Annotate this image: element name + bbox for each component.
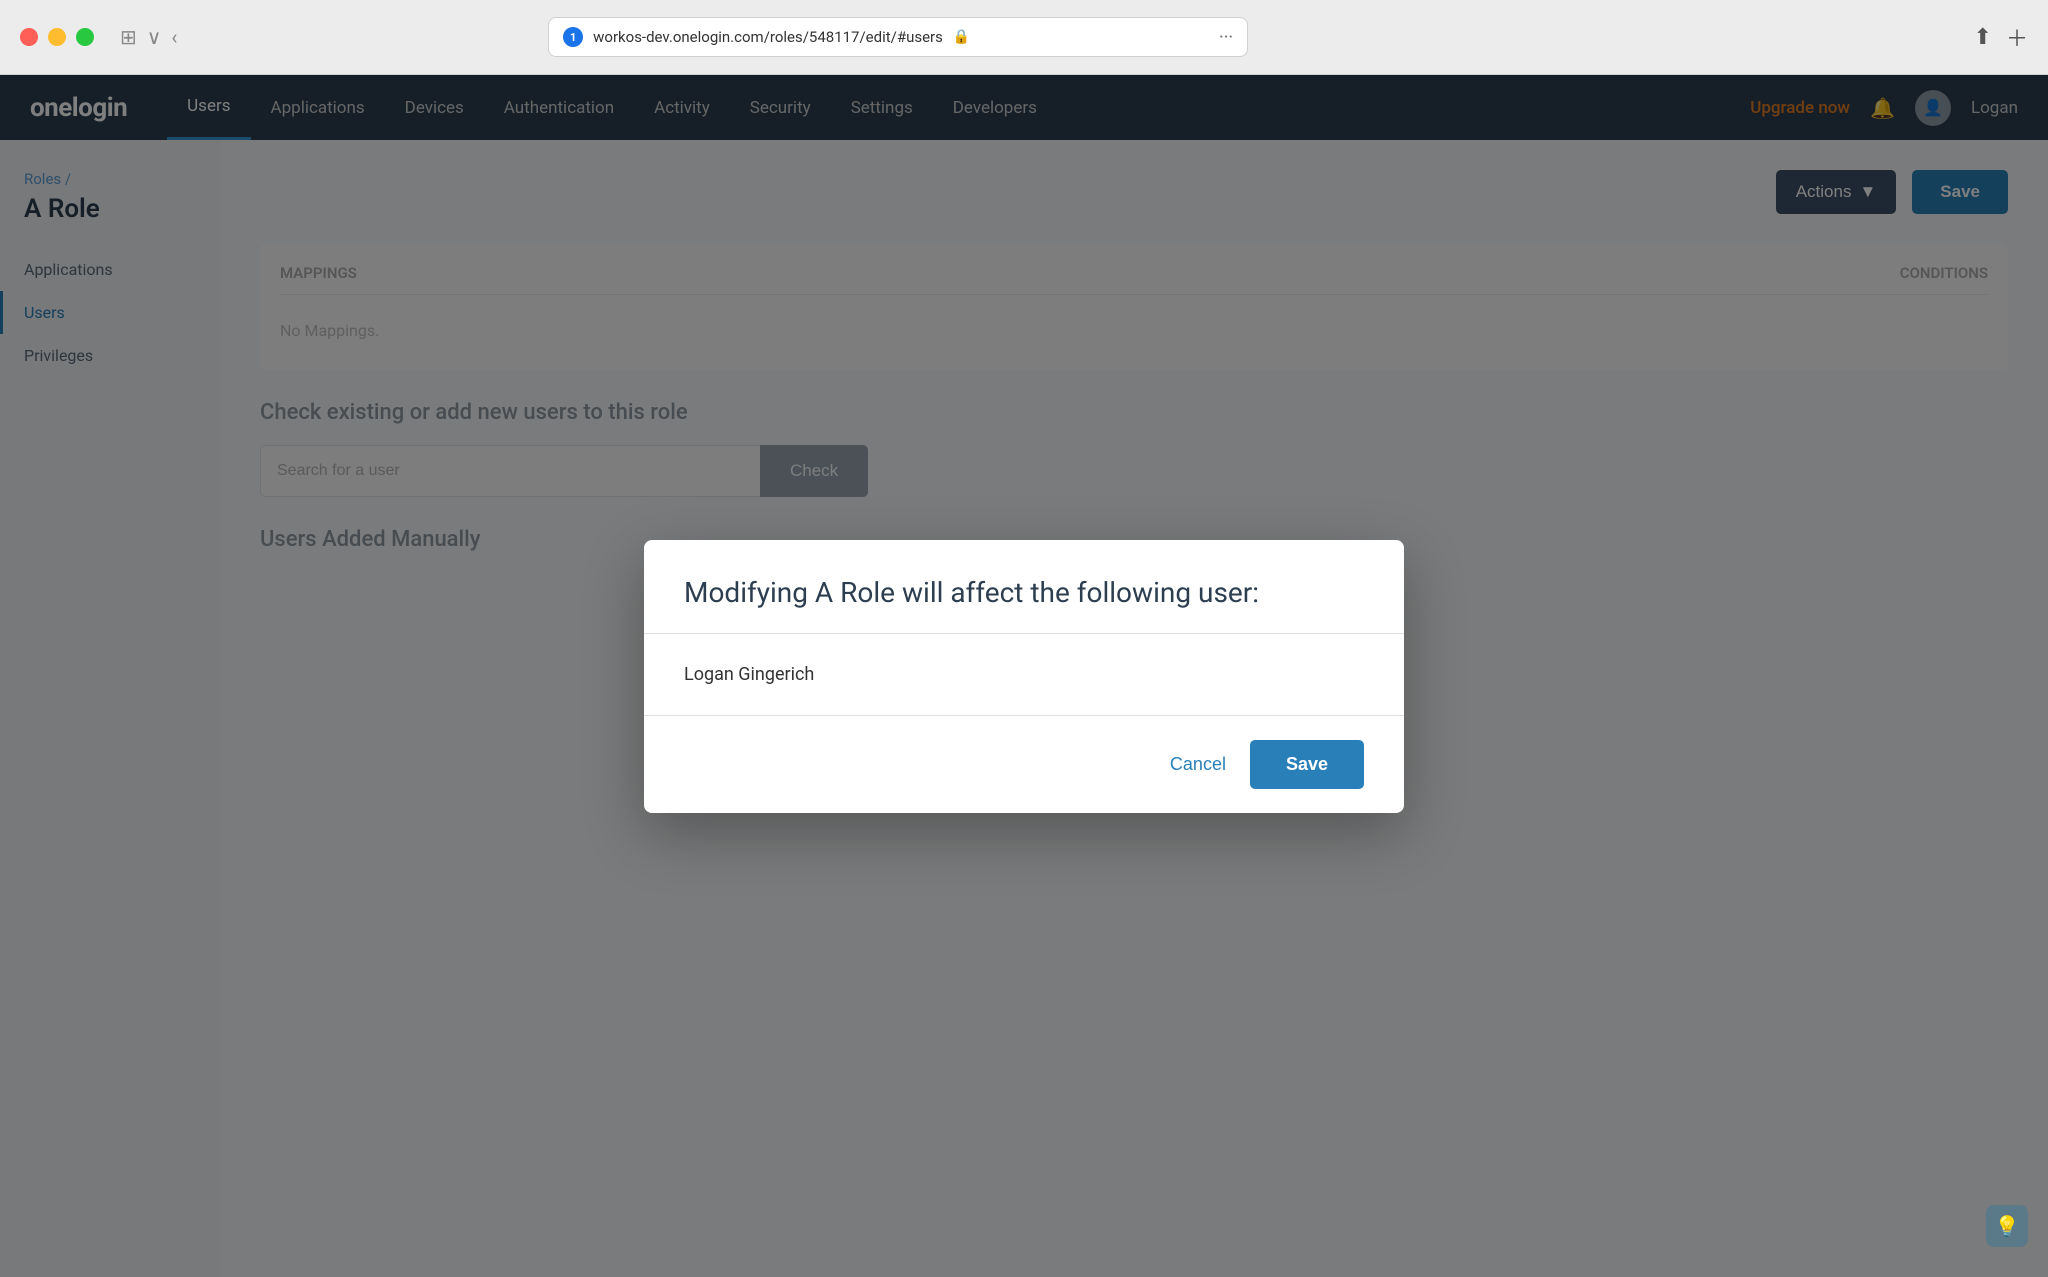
more-icon[interactable]: ···: [1219, 27, 1233, 48]
modal-title: Modifying A Role will affect the followi…: [684, 576, 1364, 609]
traffic-light-green[interactable]: [76, 28, 94, 46]
modal-save-button[interactable]: Save: [1250, 740, 1364, 789]
browser-chrome: ⊞ ∨ ‹ 1 workos-dev.onelogin.com/roles/54…: [0, 0, 2048, 75]
sidebar-toggle-icon[interactable]: ⊞: [120, 25, 137, 49]
modal-user-name: Logan Gingerich: [684, 664, 1364, 685]
modal: Modifying A Role will affect the followi…: [644, 540, 1404, 813]
lightbulb-icon: 💡: [1995, 1214, 2020, 1238]
address-bar[interactable]: 1 workos-dev.onelogin.com/roles/548117/e…: [548, 17, 1248, 57]
browser-actions: ⬆ ＋: [1974, 21, 2028, 53]
app: onelogin Users Applications Devices Auth…: [0, 75, 2048, 1277]
modal-body: Logan Gingerich: [644, 634, 1404, 716]
modal-header: Modifying A Role will affect the followi…: [644, 540, 1404, 634]
tab-favicon: 1: [563, 27, 583, 47]
lock-icon: 🔒: [953, 29, 970, 45]
back-icon[interactable]: ‹: [171, 25, 177, 49]
browser-controls: ⊞ ∨ ‹: [120, 25, 177, 49]
modal-footer: Cancel Save: [644, 716, 1404, 813]
traffic-light-yellow[interactable]: [48, 28, 66, 46]
modal-overlay[interactable]: Modifying A Role will affect the followi…: [0, 75, 2048, 1277]
traffic-lights: [20, 28, 94, 46]
traffic-light-red[interactable]: [20, 28, 38, 46]
help-button[interactable]: 💡: [1986, 1205, 2028, 1247]
url-text: workos-dev.onelogin.com/roles/548117/edi…: [593, 28, 943, 46]
new-tab-icon[interactable]: ＋: [2006, 21, 2028, 53]
share-icon[interactable]: ⬆: [1974, 25, 1992, 50]
cancel-button[interactable]: Cancel: [1170, 754, 1226, 775]
chevron-down-icon[interactable]: ∨: [147, 25, 162, 49]
